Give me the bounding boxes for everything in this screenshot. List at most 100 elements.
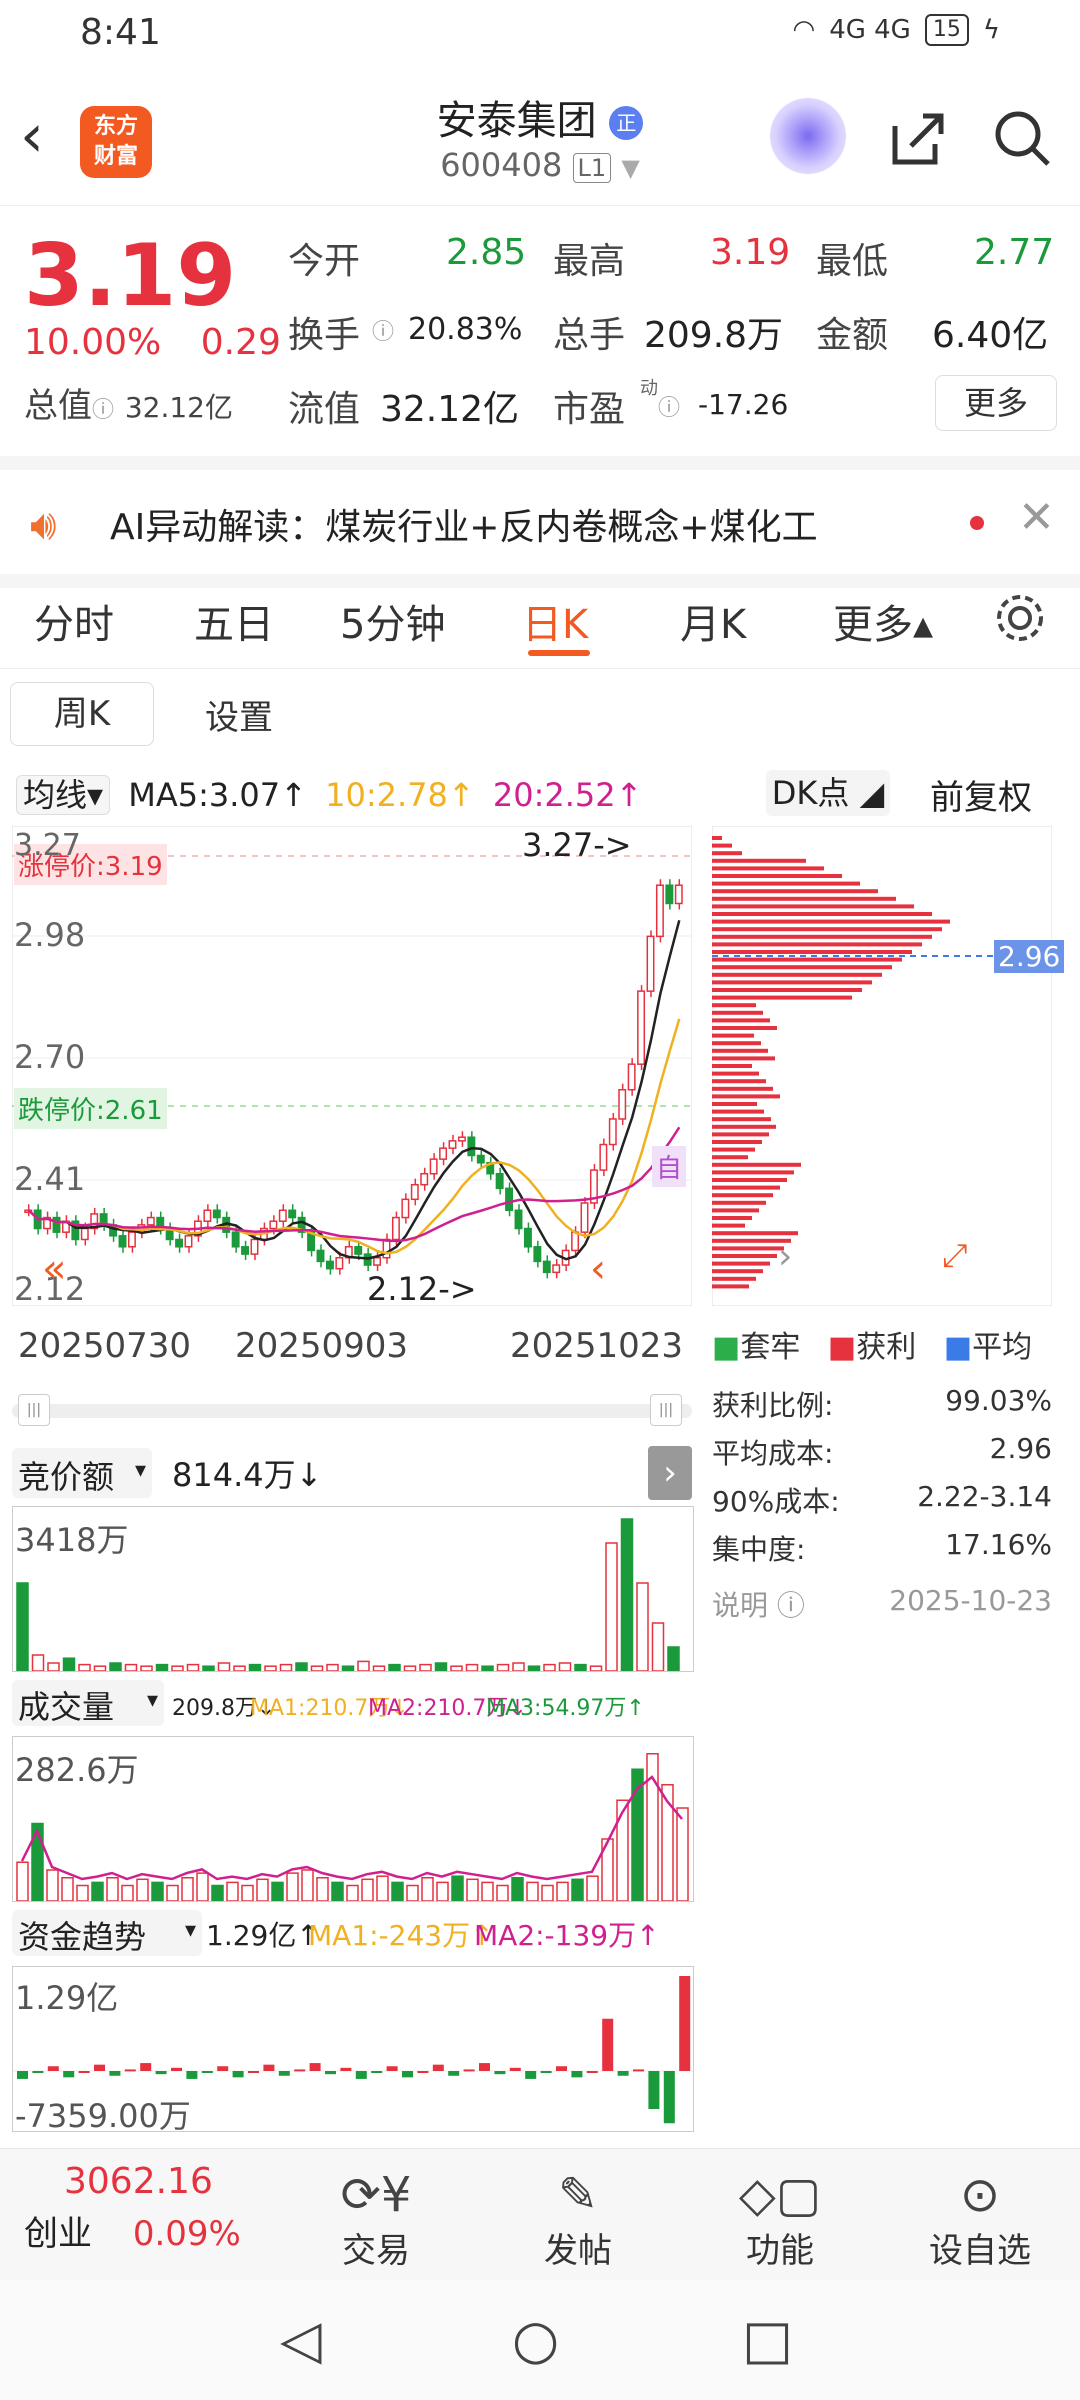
- kline-chart[interactable]: 涨停价:3.19 跌停价:2.61 3.27 2.98 2.70 2.41 2.…: [11, 825, 693, 1308]
- bid-bar: [481, 1665, 494, 1672]
- candle-body: [373, 1256, 382, 1266]
- fund-bar: [540, 2071, 552, 2073]
- volume-bar: [211, 1884, 224, 1902]
- tab-minute[interactable]: 分时: [34, 592, 114, 650]
- period-tabs: 分时 五日 5分钟 日K 月K 更多▴: [0, 578, 1080, 669]
- info-icon[interactable]: ⓘ: [92, 398, 114, 423]
- bid-max-label: 3418万: [15, 1521, 129, 1559]
- bid-chart[interactable]: 3418万: [12, 1506, 694, 1672]
- candle-body: [514, 1209, 523, 1230]
- dk-point-button[interactable]: DK点 ◢: [766, 770, 890, 816]
- function-button[interactable]: ◇▢ 功能: [700, 2167, 860, 2272]
- tab-more[interactable]: 更多▴: [833, 592, 933, 650]
- high-value: 3.19: [710, 232, 791, 273]
- close-icon[interactable]: ✕: [1018, 492, 1055, 543]
- fund-selector[interactable]: 资金趋势 ▾: [12, 1910, 202, 1956]
- stock-code: 600408: [440, 146, 563, 184]
- share-icon[interactable]: [885, 106, 949, 184]
- chevron-left-icon[interactable]: ‹: [590, 1246, 606, 1292]
- chip-bar: [712, 1041, 761, 1046]
- volume-bar: [451, 1875, 464, 1902]
- chip-bar: [712, 988, 862, 992]
- status-bar: 8:41 ◠ 4G 4G 15 ϟ: [0, 0, 1080, 72]
- range-handle-left[interactable]: |||: [18, 1394, 50, 1426]
- bid-bar: [326, 1663, 339, 1672]
- add-watchlist-button[interactable]: ⊙ 设自选: [900, 2167, 1060, 2272]
- range-scrollbar[interactable]: ||| |||: [12, 1394, 692, 1426]
- search-icon[interactable]: [990, 106, 1054, 184]
- index-ticker[interactable]: 3062.16 创业 0.09%: [24, 2161, 264, 2255]
- bid-bar: [109, 1662, 122, 1672]
- fund-bar: [432, 2064, 444, 2071]
- bid-selector[interactable]: 竞价额 ▾: [12, 1448, 152, 1498]
- adjust-button[interactable]: 前复权: [930, 770, 1032, 819]
- edit-icon: ✎: [557, 2167, 599, 2223]
- chip-bar: [712, 1064, 752, 1068]
- chevron-right-icon[interactable]: ›: [778, 1236, 792, 1277]
- trade-button[interactable]: ⟳¥ 交易: [296, 2167, 456, 2272]
- legend-profit-swatch: ■: [827, 1330, 857, 1365]
- fund-bar: [171, 2067, 182, 2071]
- bid-bar: [465, 1663, 479, 1672]
- expand-right-button[interactable]: ›: [648, 1446, 692, 1500]
- fund-bar: [340, 2067, 352, 2071]
- bid-bar: [248, 1663, 262, 1672]
- chip-bar: [712, 1117, 771, 1122]
- ai-banner[interactable]: 🔊︎ AI异动解读：煤炭行业+反内卷概念+煤化工 ✕: [0, 456, 1080, 588]
- volume-bar: [61, 1877, 74, 1902]
- chip-bar: [712, 1193, 773, 1198]
- scroll-left-icon[interactable]: «: [42, 1246, 66, 1292]
- fund-bar: [402, 2071, 413, 2078]
- volume-bar: [241, 1884, 254, 1902]
- amount-label: 金额: [816, 315, 889, 356]
- chip-bar: [712, 1178, 787, 1182]
- range-handle-right[interactable]: |||: [650, 1394, 682, 1426]
- chip-distribution[interactable]: 2.96 › ⤢: [711, 825, 1065, 1307]
- info-icon[interactable]: ⓘ: [658, 390, 680, 422]
- ai-assistant-icon[interactable]: [770, 98, 846, 174]
- post-button[interactable]: ✎ 发帖: [498, 2167, 658, 2272]
- more-button[interactable]: 更多: [935, 375, 1057, 431]
- bid-bar: [357, 1660, 370, 1672]
- expand-icon[interactable]: ⤢: [942, 1236, 968, 1275]
- info-icon[interactable]: ⓘ: [372, 314, 394, 346]
- bid-bar: [171, 1665, 184, 1672]
- tab-monthly-k[interactable]: 月K: [680, 592, 746, 650]
- bid-bar: [78, 1663, 91, 1672]
- ai-banner-text[interactable]: AI异动解读：煤炭行业+反内卷概念+煤化工: [110, 498, 818, 550]
- bid-bar: [295, 1662, 308, 1672]
- candle-body: [608, 1118, 617, 1146]
- nav-recent-icon[interactable]: □: [742, 2308, 793, 2371]
- post-label: 发帖: [544, 2231, 612, 2271]
- candle-body: [552, 1264, 561, 1274]
- volume-selector[interactable]: 成交量 ▾: [12, 1680, 164, 1726]
- fund-bar: [663, 2071, 675, 2124]
- nav-home-icon[interactable]: ○: [512, 2308, 559, 2371]
- nav-back-icon[interactable]: ◁: [280, 2308, 322, 2371]
- volume-bar: [526, 1881, 539, 1902]
- chip-bar: [712, 1284, 749, 1289]
- ma-selector[interactable]: 均线▾: [16, 775, 111, 815]
- fund-bar: [556, 2066, 567, 2071]
- tab-five-day[interactable]: 五日: [194, 592, 274, 650]
- volume-label: 总手: [553, 315, 626, 356]
- bid-bar: [264, 1665, 277, 1672]
- trade-icon: ⟳¥: [340, 2167, 412, 2223]
- volume-chart[interactable]: 282.6万: [12, 1736, 694, 1902]
- tab-weekly-k[interactable]: 周K: [10, 682, 154, 746]
- fund-bar: [109, 2071, 121, 2076]
- chip-bar: [712, 896, 896, 901]
- candle-body: [269, 1220, 278, 1230]
- chip-bar: [712, 1094, 780, 1099]
- fund-bar: [509, 2067, 521, 2071]
- tab-5min[interactable]: 5分钟: [340, 592, 445, 650]
- legend-trapped: 套牢: [740, 1330, 801, 1365]
- volume-bar: [46, 1869, 59, 1902]
- gear-icon[interactable]: [990, 588, 1050, 652]
- bottom-toolbar: 3062.16 创业 0.09% ⟳¥ 交易 ✎ 发帖 ◇▢ 功能 ⊙ 设自选: [0, 2148, 1080, 2281]
- tab-daily-k[interactable]: 日K: [522, 592, 588, 650]
- settings-link[interactable]: 设置: [205, 690, 273, 739]
- bid-selector-label: 竞价额: [18, 1458, 115, 1496]
- candle-body: [231, 1231, 240, 1248]
- fund-chart[interactable]: 1.29亿 -7359.00万: [12, 1966, 694, 2135]
